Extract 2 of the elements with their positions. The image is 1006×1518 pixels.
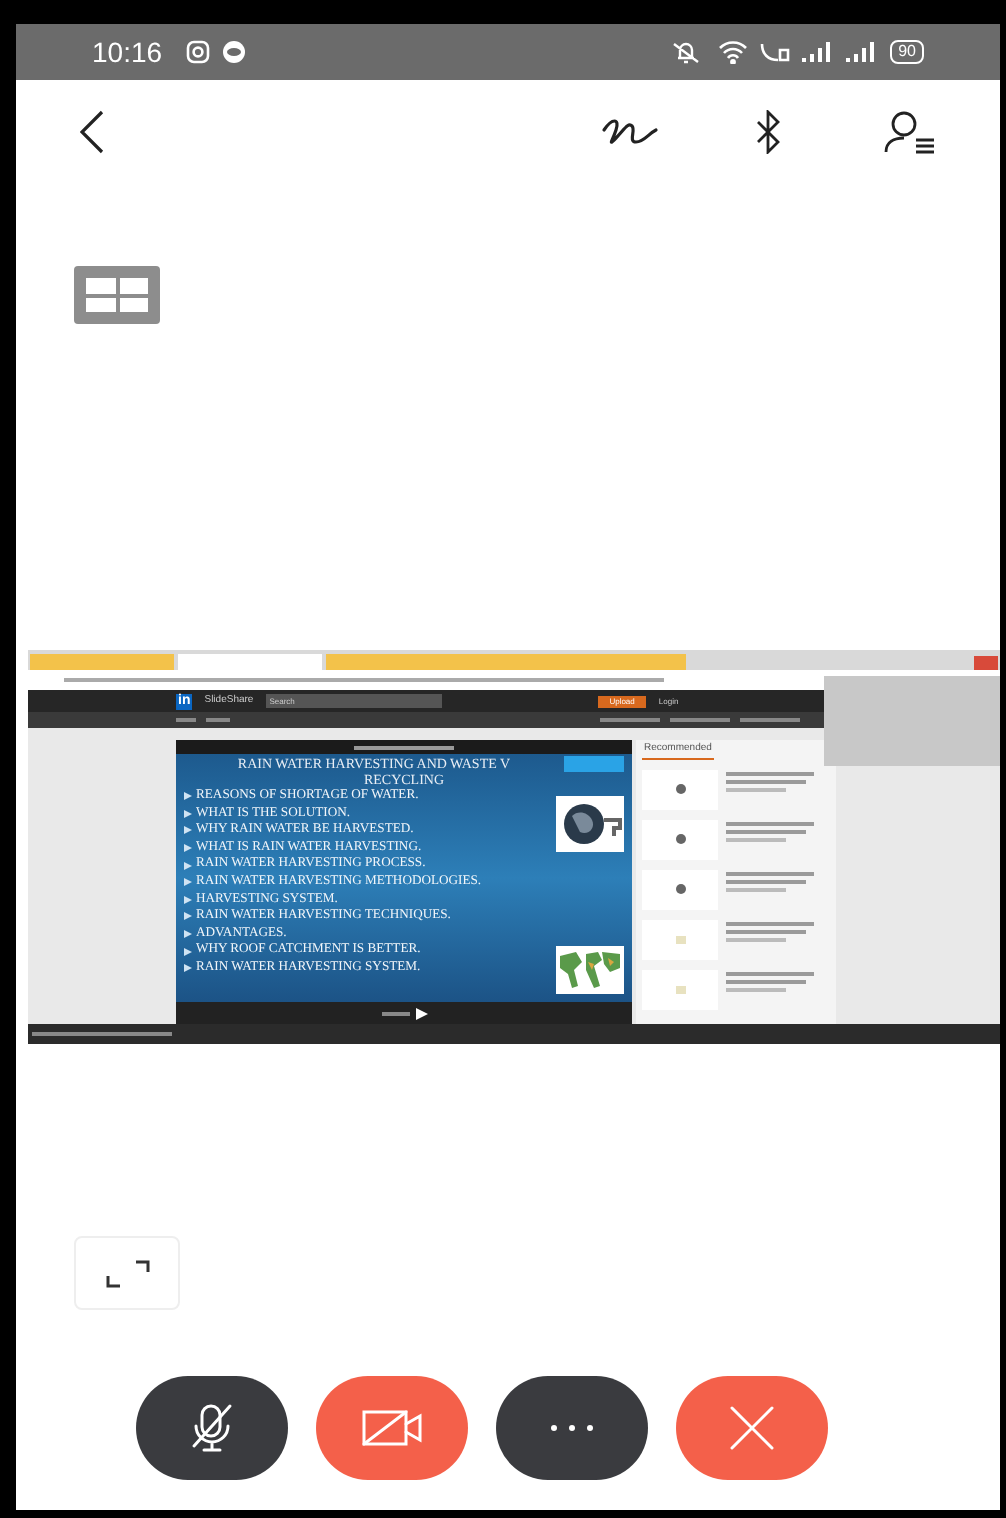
status-time: 10:16: [92, 33, 163, 71]
battery-level: 90: [890, 40, 924, 64]
